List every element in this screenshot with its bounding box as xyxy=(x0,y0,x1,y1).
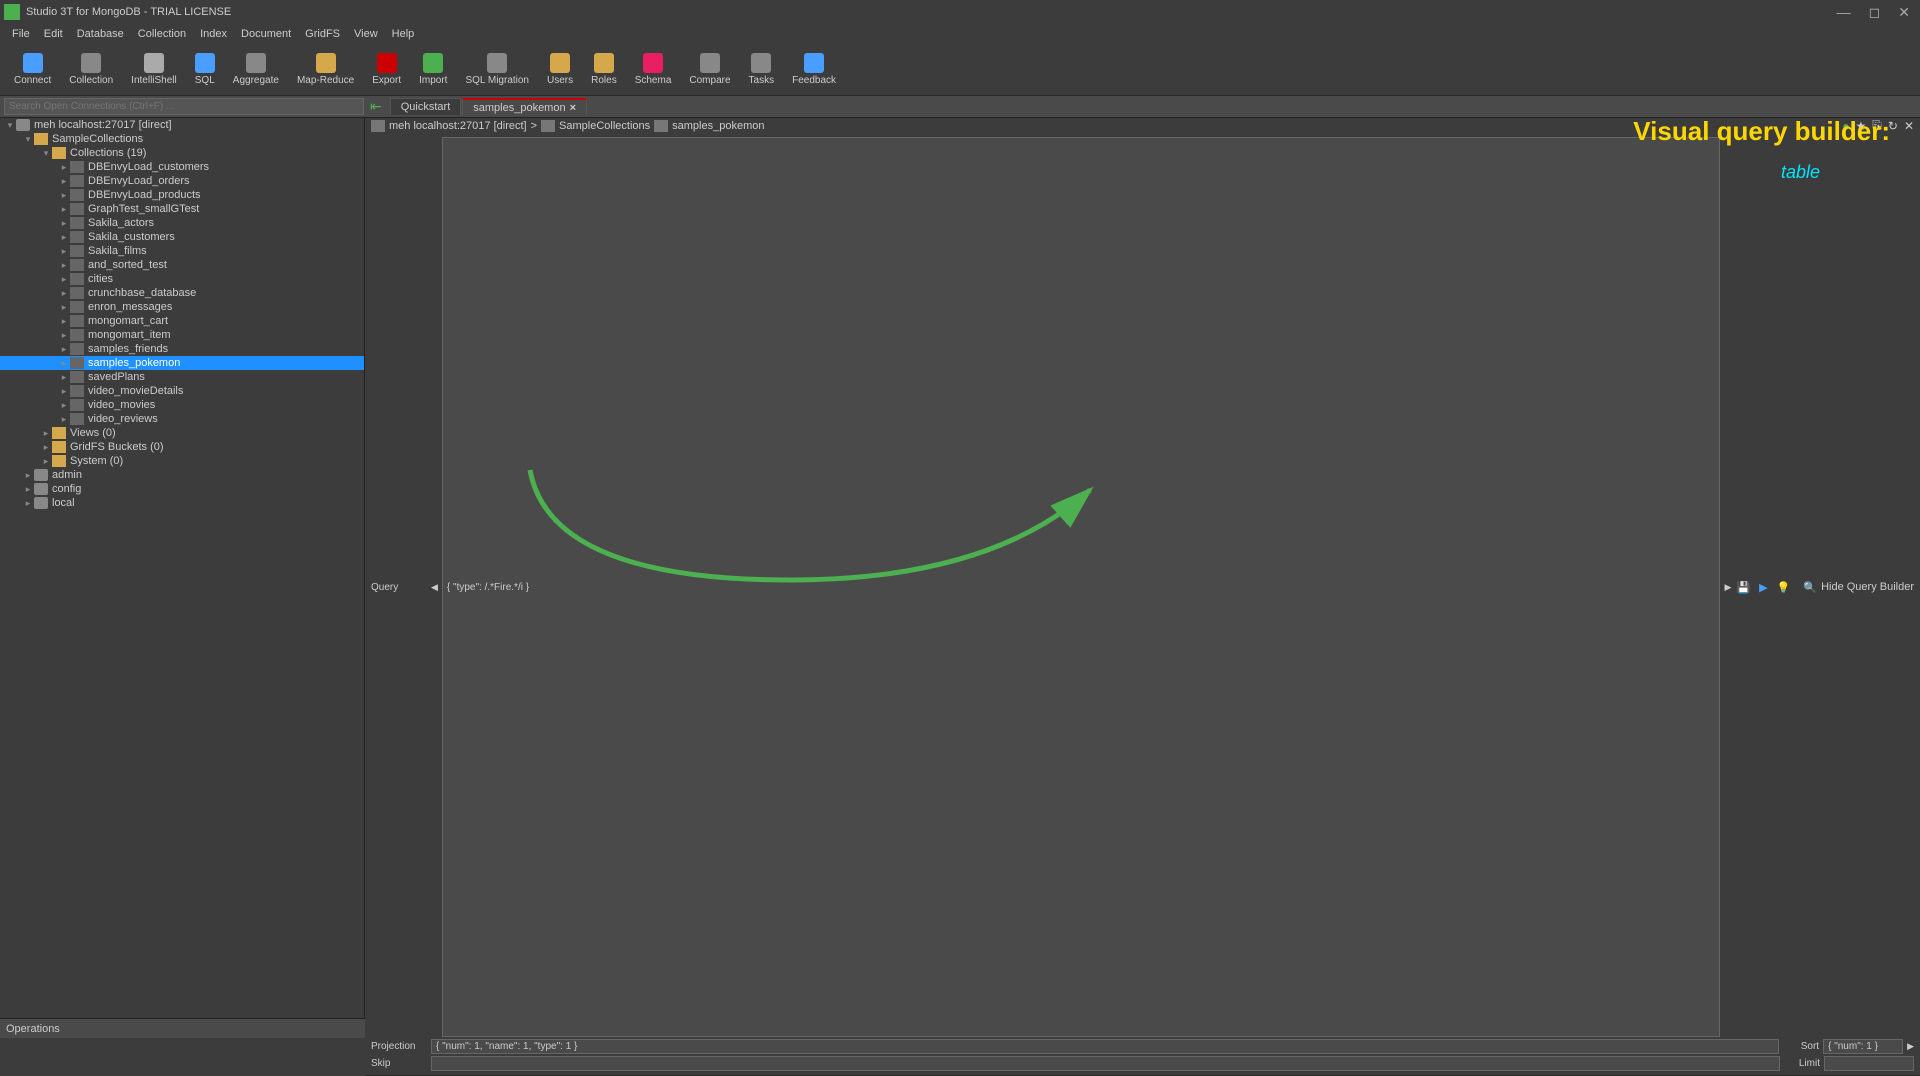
breadcrumb-db[interactable]: SampleCollections xyxy=(559,120,650,132)
searchbar-row: ⇤ Quickstartsamples_pokemon× xyxy=(0,96,1920,118)
app-logo xyxy=(4,4,20,20)
tree-item[interactable]: ▸enron_messages xyxy=(0,300,364,314)
tree-item[interactable]: ▸mongomart_cart xyxy=(0,314,364,328)
server-icon xyxy=(371,120,385,132)
connection-tree[interactable]: ▾meh localhost:27017 [direct]▾SampleColl… xyxy=(0,118,365,1018)
search-icon: 🔍 xyxy=(1803,581,1817,594)
content-area: Visual query builder: meh localhost:2701… xyxy=(365,118,1920,1018)
tree-item[interactable]: ▾Collections (19) xyxy=(0,146,364,160)
connection-search-input[interactable] xyxy=(4,98,364,115)
query-label: Query xyxy=(371,582,427,593)
toolbar-roles[interactable]: Roles xyxy=(583,51,625,88)
projection-label: Projection xyxy=(371,1041,427,1052)
tree-item[interactable]: ▸crunchbase_database xyxy=(0,286,364,300)
tree-item[interactable]: ▸mongomart_item xyxy=(0,328,364,342)
skip-label: Skip xyxy=(371,1058,427,1069)
limit-input[interactable] xyxy=(1824,1056,1914,1071)
tree-item[interactable]: ▸config xyxy=(0,482,364,496)
play-icon[interactable]: ▶ xyxy=(1755,579,1771,595)
tree-item[interactable]: ▸DBEnvyLoad_orders xyxy=(0,174,364,188)
tree-item[interactable]: ▸video_movies xyxy=(0,398,364,412)
toolbar-collection[interactable]: Collection xyxy=(61,51,121,88)
toolbar-compare[interactable]: Compare xyxy=(681,51,738,88)
menu-database[interactable]: Database xyxy=(71,26,130,42)
toolbar-map-reduce[interactable]: Map-Reduce xyxy=(289,51,362,88)
menu-edit[interactable]: Edit xyxy=(38,26,69,42)
toolbar-tasks[interactable]: Tasks xyxy=(741,51,783,88)
bulb-icon[interactable]: 💡 xyxy=(1775,579,1791,595)
skip-input[interactable] xyxy=(431,1056,1780,1071)
projection-input[interactable] xyxy=(431,1039,1779,1054)
limit-label: Limit xyxy=(1784,1058,1820,1069)
tree-item[interactable]: ▸Views (0) xyxy=(0,426,364,440)
tab-samples_pokemon[interactable]: samples_pokemon× xyxy=(462,98,587,116)
tree-item[interactable]: ▸System (0) xyxy=(0,454,364,468)
tree-item[interactable]: ▸and_sorted_test xyxy=(0,258,364,272)
annotation-title: Visual query builder: xyxy=(1633,116,1890,147)
menu-collection[interactable]: Collection xyxy=(132,26,192,42)
hide-query-builder-button[interactable]: 🔍 Hide Query Builder xyxy=(1803,581,1914,594)
toolbar-schema[interactable]: Schema xyxy=(627,51,680,88)
editor-tabs: Quickstartsamples_pokemon× xyxy=(390,96,588,118)
toolbar-feedback[interactable]: Feedback xyxy=(784,51,844,88)
titlebar: Studio 3T for MongoDB - TRIAL LICENSE — … xyxy=(0,0,1920,24)
toolbar-sql-migration[interactable]: SQL Migration xyxy=(457,51,537,88)
tree-item[interactable]: ▸DBEnvyLoad_products xyxy=(0,188,364,202)
menu-help[interactable]: Help xyxy=(386,26,421,42)
menubar: FileEditDatabaseCollectionIndexDocumentG… xyxy=(0,24,1920,44)
minimize-button[interactable]: — xyxy=(1837,4,1851,21)
save-query-icon[interactable]: 💾 xyxy=(1735,579,1751,595)
toolbar-users[interactable]: Users xyxy=(539,51,581,88)
close-button[interactable]: ✕ xyxy=(1898,4,1910,21)
window-controls: — ◻ ✕ xyxy=(1837,4,1916,21)
menu-index[interactable]: Index xyxy=(194,26,233,42)
window-title: Studio 3T for MongoDB - TRIAL LICENSE xyxy=(26,6,231,18)
arrow-left-icon[interactable]: ⇤ xyxy=(370,98,382,115)
tree-item[interactable]: ▸cities xyxy=(0,272,364,286)
close-tab-icon[interactable]: ✕ xyxy=(1904,119,1914,133)
query-input[interactable] xyxy=(442,137,1721,1037)
sort-input[interactable] xyxy=(1823,1039,1903,1054)
tree-item[interactable]: ▾meh localhost:27017 [direct] xyxy=(0,118,364,132)
tree-item[interactable]: ▸savedPlans xyxy=(0,370,364,384)
toolbar-intellishell[interactable]: IntelliShell xyxy=(123,51,185,88)
breadcrumb-server[interactable]: meh localhost:27017 [direct] xyxy=(389,120,527,132)
tree-item[interactable]: ▸Sakila_actors xyxy=(0,216,364,230)
tree-item[interactable]: ▸GridFS Buckets (0) xyxy=(0,440,364,454)
tree-item[interactable]: ▸local xyxy=(0,496,364,510)
tree-item[interactable]: ▸video_reviews xyxy=(0,412,364,426)
query-bar: Query ◀ ▶ 💾 ▶ 💡 🔍 Hide Query Builder Pro… xyxy=(365,133,1920,1076)
tab-quickstart[interactable]: Quickstart xyxy=(390,98,462,115)
db-icon xyxy=(541,120,555,132)
tree-item[interactable]: ▸GraphTest_smallGTest xyxy=(0,202,364,216)
tree-item[interactable]: ▸DBEnvyLoad_customers xyxy=(0,160,364,174)
toolbar-sql[interactable]: SQL xyxy=(187,51,223,88)
tree-item[interactable]: ▾SampleCollections xyxy=(0,132,364,146)
close-tab-icon[interactable]: × xyxy=(570,102,576,114)
menu-view[interactable]: View xyxy=(348,26,384,42)
menu-gridfs[interactable]: GridFS xyxy=(299,26,346,42)
tree-item[interactable]: ▸Sakila_films xyxy=(0,244,364,258)
main-toolbar: ConnectCollectionIntelliShellSQLAggregat… xyxy=(0,44,1920,96)
toolbar-aggregate[interactable]: Aggregate xyxy=(225,51,287,88)
menu-file[interactable]: File xyxy=(6,26,36,42)
maximize-button[interactable]: ◻ xyxy=(1869,4,1881,21)
tree-item[interactable]: ▸admin xyxy=(0,468,364,482)
toolbar-import[interactable]: Import xyxy=(411,51,455,88)
menu-document[interactable]: Document xyxy=(235,26,297,42)
sort-label: Sort xyxy=(1783,1041,1819,1052)
tree-item[interactable]: ▸samples_pokemon xyxy=(0,356,364,370)
breadcrumb-collection[interactable]: samples_pokemon xyxy=(672,120,764,132)
tree-item[interactable]: ▸samples_friends xyxy=(0,342,364,356)
collection-icon xyxy=(654,120,668,132)
toolbar-export[interactable]: Export xyxy=(364,51,409,88)
toolbar-connect[interactable]: Connect xyxy=(6,51,59,88)
operations-label[interactable]: Operations xyxy=(6,1023,60,1035)
tree-item[interactable]: ▸Sakila_customers xyxy=(0,230,364,244)
tree-item[interactable]: ▸video_movieDetails xyxy=(0,384,364,398)
